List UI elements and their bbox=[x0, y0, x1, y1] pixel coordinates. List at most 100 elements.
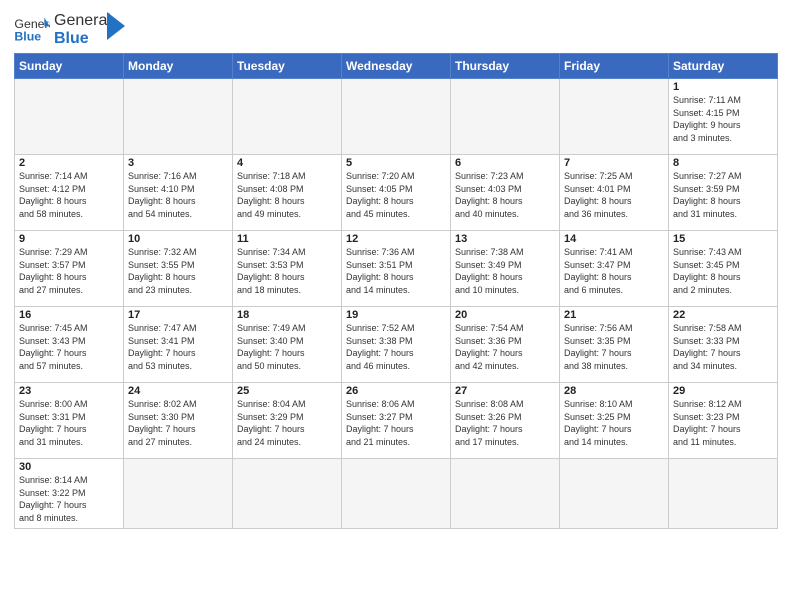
calendar-cell: 29Sunrise: 8:12 AM Sunset: 3:23 PM Dayli… bbox=[669, 383, 778, 459]
day-info: Sunrise: 7:45 AM Sunset: 3:43 PM Dayligh… bbox=[19, 322, 119, 372]
calendar-cell: 28Sunrise: 8:10 AM Sunset: 3:25 PM Dayli… bbox=[560, 383, 669, 459]
calendar-cell bbox=[124, 459, 233, 529]
calendar-cell bbox=[560, 79, 669, 155]
calendar-cell: 21Sunrise: 7:56 AM Sunset: 3:35 PM Dayli… bbox=[560, 307, 669, 383]
calendar-cell: 9Sunrise: 7:29 AM Sunset: 3:57 PM Daylig… bbox=[15, 231, 124, 307]
calendar-cell: 27Sunrise: 8:08 AM Sunset: 3:26 PM Dayli… bbox=[451, 383, 560, 459]
day-info: Sunrise: 8:12 AM Sunset: 3:23 PM Dayligh… bbox=[673, 398, 773, 448]
calendar-cell: 2Sunrise: 7:14 AM Sunset: 4:12 PM Daylig… bbox=[15, 155, 124, 231]
day-info: Sunrise: 7:58 AM Sunset: 3:33 PM Dayligh… bbox=[673, 322, 773, 372]
day-number: 3 bbox=[128, 157, 228, 169]
calendar-cell: 6Sunrise: 7:23 AM Sunset: 4:03 PM Daylig… bbox=[451, 155, 560, 231]
day-number: 8 bbox=[673, 157, 773, 169]
logo-blue: Blue bbox=[54, 30, 111, 48]
day-number: 10 bbox=[128, 233, 228, 245]
day-info: Sunrise: 7:29 AM Sunset: 3:57 PM Dayligh… bbox=[19, 246, 119, 296]
calendar-cell: 5Sunrise: 7:20 AM Sunset: 4:05 PM Daylig… bbox=[342, 155, 451, 231]
day-number: 13 bbox=[455, 233, 555, 245]
day-info: Sunrise: 7:16 AM Sunset: 4:10 PM Dayligh… bbox=[128, 170, 228, 220]
calendar-week-row: 2Sunrise: 7:14 AM Sunset: 4:12 PM Daylig… bbox=[15, 155, 778, 231]
day-number: 11 bbox=[237, 233, 337, 245]
calendar-cell: 8Sunrise: 7:27 AM Sunset: 3:59 PM Daylig… bbox=[669, 155, 778, 231]
day-number: 20 bbox=[455, 309, 555, 321]
day-info: Sunrise: 7:54 AM Sunset: 3:36 PM Dayligh… bbox=[455, 322, 555, 372]
calendar-cell: 12Sunrise: 7:36 AM Sunset: 3:51 PM Dayli… bbox=[342, 231, 451, 307]
day-number: 6 bbox=[455, 157, 555, 169]
day-number: 22 bbox=[673, 309, 773, 321]
calendar-cell bbox=[560, 459, 669, 529]
weekday-header-tuesday: Tuesday bbox=[233, 54, 342, 79]
calendar-cell: 23Sunrise: 8:00 AM Sunset: 3:31 PM Dayli… bbox=[15, 383, 124, 459]
weekday-header-saturday: Saturday bbox=[669, 54, 778, 79]
day-info: Sunrise: 8:00 AM Sunset: 3:31 PM Dayligh… bbox=[19, 398, 119, 448]
calendar-cell: 22Sunrise: 7:58 AM Sunset: 3:33 PM Dayli… bbox=[669, 307, 778, 383]
header: General Blue General Blue bbox=[14, 10, 778, 47]
day-number: 27 bbox=[455, 385, 555, 397]
day-number: 14 bbox=[564, 233, 664, 245]
logo-triangle-icon bbox=[107, 12, 125, 40]
day-number: 18 bbox=[237, 309, 337, 321]
day-info: Sunrise: 7:25 AM Sunset: 4:01 PM Dayligh… bbox=[564, 170, 664, 220]
day-number: 7 bbox=[564, 157, 664, 169]
calendar-cell bbox=[342, 79, 451, 155]
day-number: 2 bbox=[19, 157, 119, 169]
day-number: 4 bbox=[237, 157, 337, 169]
svg-text:Blue: Blue bbox=[14, 29, 41, 43]
logo-general: General bbox=[54, 12, 111, 30]
weekday-header-friday: Friday bbox=[560, 54, 669, 79]
day-info: Sunrise: 8:10 AM Sunset: 3:25 PM Dayligh… bbox=[564, 398, 664, 448]
day-info: Sunrise: 8:14 AM Sunset: 3:22 PM Dayligh… bbox=[19, 474, 119, 524]
calendar-cell bbox=[342, 459, 451, 529]
calendar-cell: 1Sunrise: 7:11 AM Sunset: 4:15 PM Daylig… bbox=[669, 79, 778, 155]
day-info: Sunrise: 7:52 AM Sunset: 3:38 PM Dayligh… bbox=[346, 322, 446, 372]
day-info: Sunrise: 7:49 AM Sunset: 3:40 PM Dayligh… bbox=[237, 322, 337, 372]
calendar-cell bbox=[451, 79, 560, 155]
calendar-cell: 7Sunrise: 7:25 AM Sunset: 4:01 PM Daylig… bbox=[560, 155, 669, 231]
day-number: 9 bbox=[19, 233, 119, 245]
day-info: Sunrise: 7:11 AM Sunset: 4:15 PM Dayligh… bbox=[673, 94, 773, 144]
weekday-header-wednesday: Wednesday bbox=[342, 54, 451, 79]
day-info: Sunrise: 7:20 AM Sunset: 4:05 PM Dayligh… bbox=[346, 170, 446, 220]
calendar-week-row: 9Sunrise: 7:29 AM Sunset: 3:57 PM Daylig… bbox=[15, 231, 778, 307]
day-info: Sunrise: 7:14 AM Sunset: 4:12 PM Dayligh… bbox=[19, 170, 119, 220]
calendar-cell: 16Sunrise: 7:45 AM Sunset: 3:43 PM Dayli… bbox=[15, 307, 124, 383]
day-info: Sunrise: 8:04 AM Sunset: 3:29 PM Dayligh… bbox=[237, 398, 337, 448]
day-info: Sunrise: 7:34 AM Sunset: 3:53 PM Dayligh… bbox=[237, 246, 337, 296]
calendar-cell: 13Sunrise: 7:38 AM Sunset: 3:49 PM Dayli… bbox=[451, 231, 560, 307]
calendar-cell: 11Sunrise: 7:34 AM Sunset: 3:53 PM Dayli… bbox=[233, 231, 342, 307]
day-info: Sunrise: 7:56 AM Sunset: 3:35 PM Dayligh… bbox=[564, 322, 664, 372]
logo: General Blue General Blue bbox=[14, 10, 125, 47]
calendar-cell: 17Sunrise: 7:47 AM Sunset: 3:41 PM Dayli… bbox=[124, 307, 233, 383]
day-number: 19 bbox=[346, 309, 446, 321]
day-number: 26 bbox=[346, 385, 446, 397]
weekday-header-sunday: Sunday bbox=[15, 54, 124, 79]
calendar-cell: 25Sunrise: 8:04 AM Sunset: 3:29 PM Dayli… bbox=[233, 383, 342, 459]
weekday-header-thursday: Thursday bbox=[451, 54, 560, 79]
day-number: 21 bbox=[564, 309, 664, 321]
day-info: Sunrise: 7:36 AM Sunset: 3:51 PM Dayligh… bbox=[346, 246, 446, 296]
calendar-cell: 3Sunrise: 7:16 AM Sunset: 4:10 PM Daylig… bbox=[124, 155, 233, 231]
calendar-cell bbox=[233, 459, 342, 529]
calendar-cell: 20Sunrise: 7:54 AM Sunset: 3:36 PM Dayli… bbox=[451, 307, 560, 383]
generalblue-logo-icon: General Blue bbox=[14, 14, 50, 44]
calendar-table: SundayMondayTuesdayWednesdayThursdayFrid… bbox=[14, 53, 778, 529]
day-number: 29 bbox=[673, 385, 773, 397]
calendar-week-row: 1Sunrise: 7:11 AM Sunset: 4:15 PM Daylig… bbox=[15, 79, 778, 155]
calendar-cell: 18Sunrise: 7:49 AM Sunset: 3:40 PM Dayli… bbox=[233, 307, 342, 383]
calendar-cell: 14Sunrise: 7:41 AM Sunset: 3:47 PM Dayli… bbox=[560, 231, 669, 307]
day-number: 16 bbox=[19, 309, 119, 321]
calendar-cell: 30Sunrise: 8:14 AM Sunset: 3:22 PM Dayli… bbox=[15, 459, 124, 529]
day-info: Sunrise: 7:43 AM Sunset: 3:45 PM Dayligh… bbox=[673, 246, 773, 296]
day-number: 28 bbox=[564, 385, 664, 397]
day-number: 17 bbox=[128, 309, 228, 321]
calendar-week-row: 23Sunrise: 8:00 AM Sunset: 3:31 PM Dayli… bbox=[15, 383, 778, 459]
day-info: Sunrise: 7:32 AM Sunset: 3:55 PM Dayligh… bbox=[128, 246, 228, 296]
day-number: 30 bbox=[19, 461, 119, 473]
calendar-cell bbox=[451, 459, 560, 529]
calendar-week-row: 16Sunrise: 7:45 AM Sunset: 3:43 PM Dayli… bbox=[15, 307, 778, 383]
day-number: 15 bbox=[673, 233, 773, 245]
calendar-cell: 26Sunrise: 8:06 AM Sunset: 3:27 PM Dayli… bbox=[342, 383, 451, 459]
day-number: 25 bbox=[237, 385, 337, 397]
calendar-cell bbox=[15, 79, 124, 155]
day-info: Sunrise: 7:38 AM Sunset: 3:49 PM Dayligh… bbox=[455, 246, 555, 296]
